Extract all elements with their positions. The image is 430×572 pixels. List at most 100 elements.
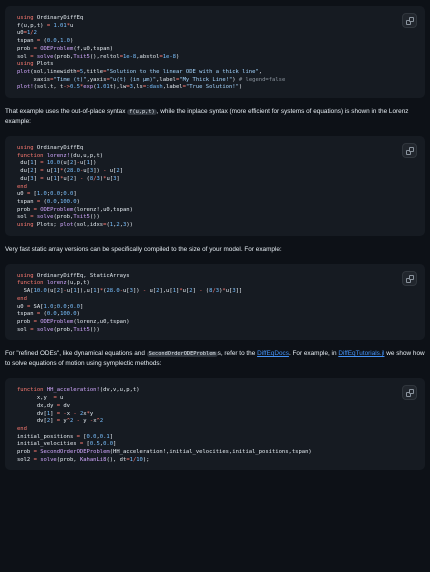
code-token: ,abstol	[136, 53, 160, 60]
code-token: function	[17, 152, 47, 159]
code-token: [	[79, 433, 87, 440]
code-line: du[1] = 10.0(u[2]-u[1])	[17, 160, 97, 167]
code-line: tspan = (0.0,100.0)	[17, 199, 80, 205]
code-token: 0.1	[99, 433, 110, 440]
code-line: function lorenz!(du,u,p,t)	[17, 153, 103, 159]
copy-button[interactable]	[402, 270, 417, 286]
code-token: solve	[40, 456, 57, 463]
copy-button[interactable]	[402, 385, 417, 401]
code-token: ])	[89, 160, 97, 167]
code-token: ))	[126, 222, 133, 229]
code-token: du[	[17, 168, 31, 175]
code-line: initial_positions = [0.0,0.1]	[17, 434, 113, 440]
code-token: ,ls	[132, 84, 143, 91]
paragraph-static-arrays: Very fast static array versions can be s…	[5, 245, 425, 255]
code-token: ]	[119, 168, 123, 175]
code-token: ],u[	[159, 288, 173, 295]
code-token: sol	[17, 326, 31, 333]
code-block-henon-heiles: function HH_acceleration!(dv,v,u,p,t) x,…	[5, 378, 425, 471]
code-token: (u[	[46, 288, 57, 295]
code-token: :dash	[146, 84, 163, 91]
code-token: using	[17, 272, 37, 279]
code-token: )	[76, 198, 80, 205]
code-token: prob	[17, 318, 34, 325]
code-token: (prob,	[56, 456, 80, 463]
code-token: initial_velocities	[17, 441, 80, 448]
code-token: ]	[79, 303, 84, 310]
code-token: 10.0	[46, 160, 61, 167]
code-token: ]	[50, 410, 57, 417]
code-line: using OrdinaryDiffEq, StaticArrays	[17, 273, 130, 279]
code-token: 1.0	[36, 191, 47, 198]
code-token: ]),u[	[76, 288, 94, 295]
code-token: (f,u0,tspan)	[73, 45, 114, 52]
code-token: 10	[136, 456, 143, 463]
code-token: KahanLi8	[79, 456, 107, 463]
code-token: using	[17, 15, 37, 21]
code-token: u[	[146, 288, 157, 295]
code-token: ])	[132, 288, 143, 295]
code-line: du[2] = u[1]*(28.0-u[3]) - u[2]	[17, 168, 123, 174]
code-token: (dv,v,u,p,t)	[99, 387, 140, 394]
copy-icon	[406, 17, 414, 25]
code-line: using OrdinaryDiffEq	[17, 145, 83, 151]
copy-button[interactable]	[402, 13, 417, 28]
code-token: Plots	[36, 61, 54, 68]
code-token: ]	[116, 175, 120, 182]
code-token: OrdinaryDiffEq	[36, 15, 84, 21]
code-token: (u[	[60, 160, 70, 167]
code-token: ->	[63, 84, 70, 91]
paragraph-text: Very fast static array versions can be s…	[5, 245, 282, 253]
code-token: ODEProblem	[40, 206, 74, 213]
code-token: ODEProblem	[40, 318, 74, 325]
code-block-static-lorenz: using OrdinaryDiffEq, StaticArrays funct…	[5, 263, 425, 341]
code-token: end	[17, 425, 27, 432]
code-token: "Solution to the linear ODE with a thick…	[106, 68, 259, 75]
code-token: ,title	[83, 68, 104, 75]
code-line: prob = ODEProblem(f,u0,tspan)	[17, 46, 113, 52]
code-token: sol	[17, 53, 31, 60]
copy-icon	[406, 389, 414, 398]
code-token: ]	[113, 441, 117, 448]
code-token: (	[40, 198, 47, 205]
code-token: ]]	[235, 288, 243, 295]
code-token: solve	[36, 53, 54, 60]
code-token: 0.0	[103, 441, 114, 448]
code-token: 1.01	[53, 22, 67, 29]
code-token: u0	[17, 30, 24, 37]
code-token: prob	[17, 45, 34, 52]
code-token: ]	[73, 191, 77, 198]
code-token: (sol.t, t	[33, 84, 64, 91]
code-token: [	[30, 191, 37, 198]
code-line: SA[10.0(u[2]-u[1]),u[1]*(28.0-u[3]) - u[…	[17, 288, 243, 295]
code-line: du[3] = u[1]*u[2] - (8/3)*u[3]	[17, 175, 120, 182]
paragraph-text: . For example, in	[288, 350, 339, 358]
code-text: using OrdinaryDiffEq f(u,p,t) = 1.01*u u…	[17, 15, 399, 92]
code-token: (	[40, 311, 47, 318]
code-token: (lorenz!,u0,tspan)	[73, 206, 133, 213]
code-token: prob	[17, 206, 34, 213]
code-token: tspan	[17, 38, 37, 45]
code-token: ,	[258, 68, 263, 75]
code-token: plot	[17, 68, 31, 75]
copy-button[interactable]	[402, 143, 417, 159]
code-token: tspan	[17, 198, 37, 205]
code-token: using	[17, 222, 37, 229]
paragraph-text: That example uses the out-of-place synta…	[5, 108, 128, 116]
code-token: 0.0	[86, 433, 97, 440]
inline-code: f(u,p,t)	[127, 109, 157, 116]
code-token: Tsit5	[73, 326, 90, 333]
code-line: tspan = (0.0,100.0)	[17, 311, 80, 317]
doc-link[interactable]: DiffEqDocs	[257, 350, 289, 357]
code-line: u0 = SA[1.0;0.0;0.0]	[17, 304, 83, 310]
code-token: "Time (t)"	[53, 76, 87, 83]
code-token: u[	[123, 288, 130, 295]
code-token: )	[70, 38, 74, 45]
code-token: 1.0	[43, 303, 54, 310]
copy-icon	[406, 147, 414, 156]
code-token: (	[83, 175, 90, 182]
code-token: 0.0	[70, 303, 80, 310]
code-token: u[	[83, 168, 90, 175]
paragraph-text: For "refined ODEs", like dynamical equat…	[5, 350, 147, 358]
doc-link[interactable]: DiffEqTutorials.jl	[338, 350, 384, 357]
